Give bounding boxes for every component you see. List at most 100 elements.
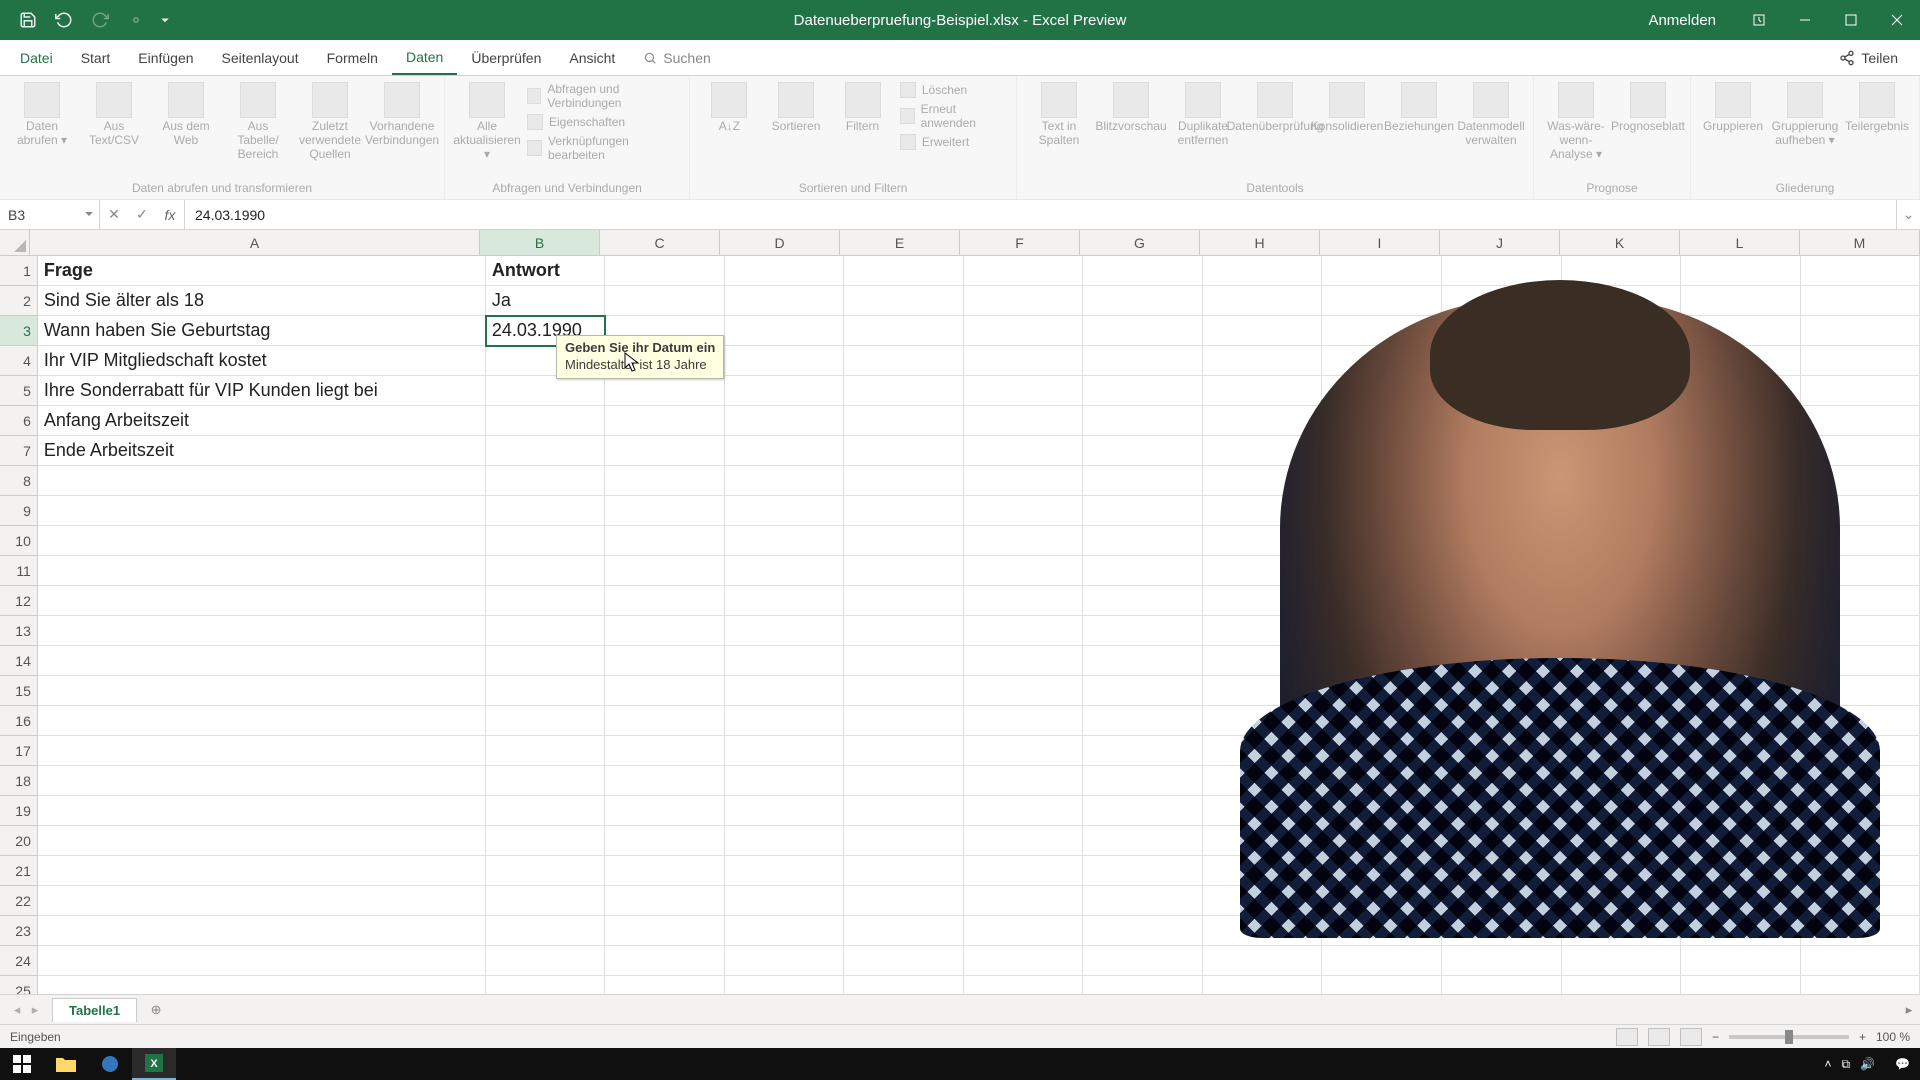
cell[interactable]: [486, 946, 606, 976]
cell[interactable]: [38, 736, 486, 766]
row-header[interactable]: 25: [0, 976, 38, 994]
cell[interactable]: [605, 586, 725, 616]
column-header[interactable]: C: [600, 230, 720, 255]
ribbon-button[interactable]: Teilergebnis: [1845, 82, 1909, 134]
cell[interactable]: [725, 736, 845, 766]
cell[interactable]: [1083, 466, 1203, 496]
column-header[interactable]: K: [1560, 230, 1680, 255]
action-center-icon[interactable]: 💬: [1895, 1057, 1910, 1071]
cell[interactable]: [964, 316, 1084, 346]
ribbon-button[interactable]: Alle aktualisieren ▾: [455, 82, 519, 161]
zoom-level[interactable]: 100 %: [1876, 1030, 1910, 1044]
cell[interactable]: [1083, 406, 1203, 436]
cell[interactable]: [1083, 706, 1203, 736]
cell[interactable]: [844, 646, 964, 676]
cell[interactable]: [1681, 946, 1801, 976]
cell[interactable]: [605, 376, 725, 406]
cell[interactable]: [486, 886, 606, 916]
cell[interactable]: [1562, 976, 1682, 994]
cell[interactable]: [1203, 376, 1323, 406]
ribbon-button[interactable]: Aus Tabelle/ Bereich: [226, 82, 290, 161]
cell[interactable]: [1083, 916, 1203, 946]
zoom-in-icon[interactable]: +: [1859, 1030, 1866, 1044]
ribbon-button[interactable]: Konsolidieren: [1315, 82, 1379, 134]
ribbon-button-small[interactable]: Löschen: [900, 82, 1006, 98]
cell[interactable]: [964, 886, 1084, 916]
cell[interactable]: [1083, 376, 1203, 406]
cell[interactable]: [605, 706, 725, 736]
row-header[interactable]: 21: [0, 856, 38, 886]
cell[interactable]: [605, 436, 725, 466]
cell[interactable]: [1801, 346, 1920, 376]
cell[interactable]: [1681, 286, 1801, 316]
cell[interactable]: [964, 586, 1084, 616]
ribbon-button[interactable]: Aus dem Web: [154, 82, 218, 148]
cell[interactable]: [486, 526, 606, 556]
cell[interactable]: [486, 646, 606, 676]
cell[interactable]: [964, 406, 1084, 436]
name-box[interactable]: B3: [0, 200, 100, 229]
tray-volume-icon[interactable]: 🔊: [1860, 1057, 1875, 1071]
cell[interactable]: [38, 886, 486, 916]
cell[interactable]: [1322, 946, 1442, 976]
cell[interactable]: [1083, 946, 1203, 976]
cell[interactable]: [38, 976, 486, 994]
cell[interactable]: [1203, 346, 1323, 376]
cell[interactable]: [38, 466, 486, 496]
column-header[interactable]: F: [960, 230, 1080, 255]
cell[interactable]: [38, 796, 486, 826]
cell[interactable]: [605, 946, 725, 976]
cell[interactable]: [1801, 316, 1920, 346]
ribbon-display-options-icon[interactable]: [1736, 0, 1782, 40]
cell[interactable]: [844, 706, 964, 736]
cell[interactable]: [1203, 976, 1323, 994]
cell[interactable]: [964, 466, 1084, 496]
row-header[interactable]: 15: [0, 676, 38, 706]
cell[interactable]: [1801, 376, 1920, 406]
cell[interactable]: [38, 916, 486, 946]
cell[interactable]: Ende Arbeitszeit: [38, 436, 486, 466]
tab-einfügen[interactable]: Einfügen: [124, 40, 207, 75]
cell[interactable]: [964, 976, 1084, 994]
cell[interactable]: [964, 556, 1084, 586]
ribbon-button-small[interactable]: Eigenschaften: [527, 114, 679, 130]
select-all-button[interactable]: [0, 230, 30, 255]
excel-taskbar-icon[interactable]: X: [132, 1048, 176, 1080]
view-page-layout-icon[interactable]: [1648, 1028, 1670, 1046]
cell[interactable]: [1203, 286, 1323, 316]
cell[interactable]: [964, 376, 1084, 406]
tab-ansicht[interactable]: Ansicht: [555, 40, 629, 75]
row-header[interactable]: 1: [0, 256, 38, 286]
cell[interactable]: [605, 736, 725, 766]
cell[interactable]: [605, 286, 725, 316]
cell[interactable]: [1681, 256, 1801, 286]
tray-network-icon[interactable]: ⧉: [1842, 1057, 1851, 1072]
column-header[interactable]: G: [1080, 230, 1200, 255]
cell[interactable]: [605, 976, 725, 994]
cell[interactable]: [844, 286, 964, 316]
cell[interactable]: [1083, 526, 1203, 556]
row-header[interactable]: 24: [0, 946, 38, 976]
ribbon-button[interactable]: Datenmodell verwalten: [1459, 82, 1523, 148]
expand-formula-bar-icon[interactable]: ⌄: [1896, 200, 1920, 229]
cell[interactable]: [844, 826, 964, 856]
cell[interactable]: [1083, 976, 1203, 994]
edge-icon[interactable]: [88, 1048, 132, 1080]
cell[interactable]: [844, 256, 964, 286]
ribbon-button[interactable]: Zuletzt verwendete Quellen: [298, 82, 362, 161]
zoom-out-icon[interactable]: −: [1712, 1030, 1719, 1044]
cell[interactable]: [605, 496, 725, 526]
cell[interactable]: [486, 856, 606, 886]
cell[interactable]: [1203, 946, 1323, 976]
cell[interactable]: [38, 676, 486, 706]
ribbon-button[interactable]: Text in Spalten: [1027, 82, 1091, 148]
cell[interactable]: [725, 916, 845, 946]
cell[interactable]: [964, 946, 1084, 976]
cell[interactable]: [964, 916, 1084, 946]
cell[interactable]: [1562, 946, 1682, 976]
cell[interactable]: [725, 976, 845, 994]
undo-icon[interactable]: [48, 4, 80, 36]
cell[interactable]: [844, 916, 964, 946]
cell[interactable]: [605, 766, 725, 796]
cancel-edit-icon[interactable]: ✕: [100, 206, 128, 223]
